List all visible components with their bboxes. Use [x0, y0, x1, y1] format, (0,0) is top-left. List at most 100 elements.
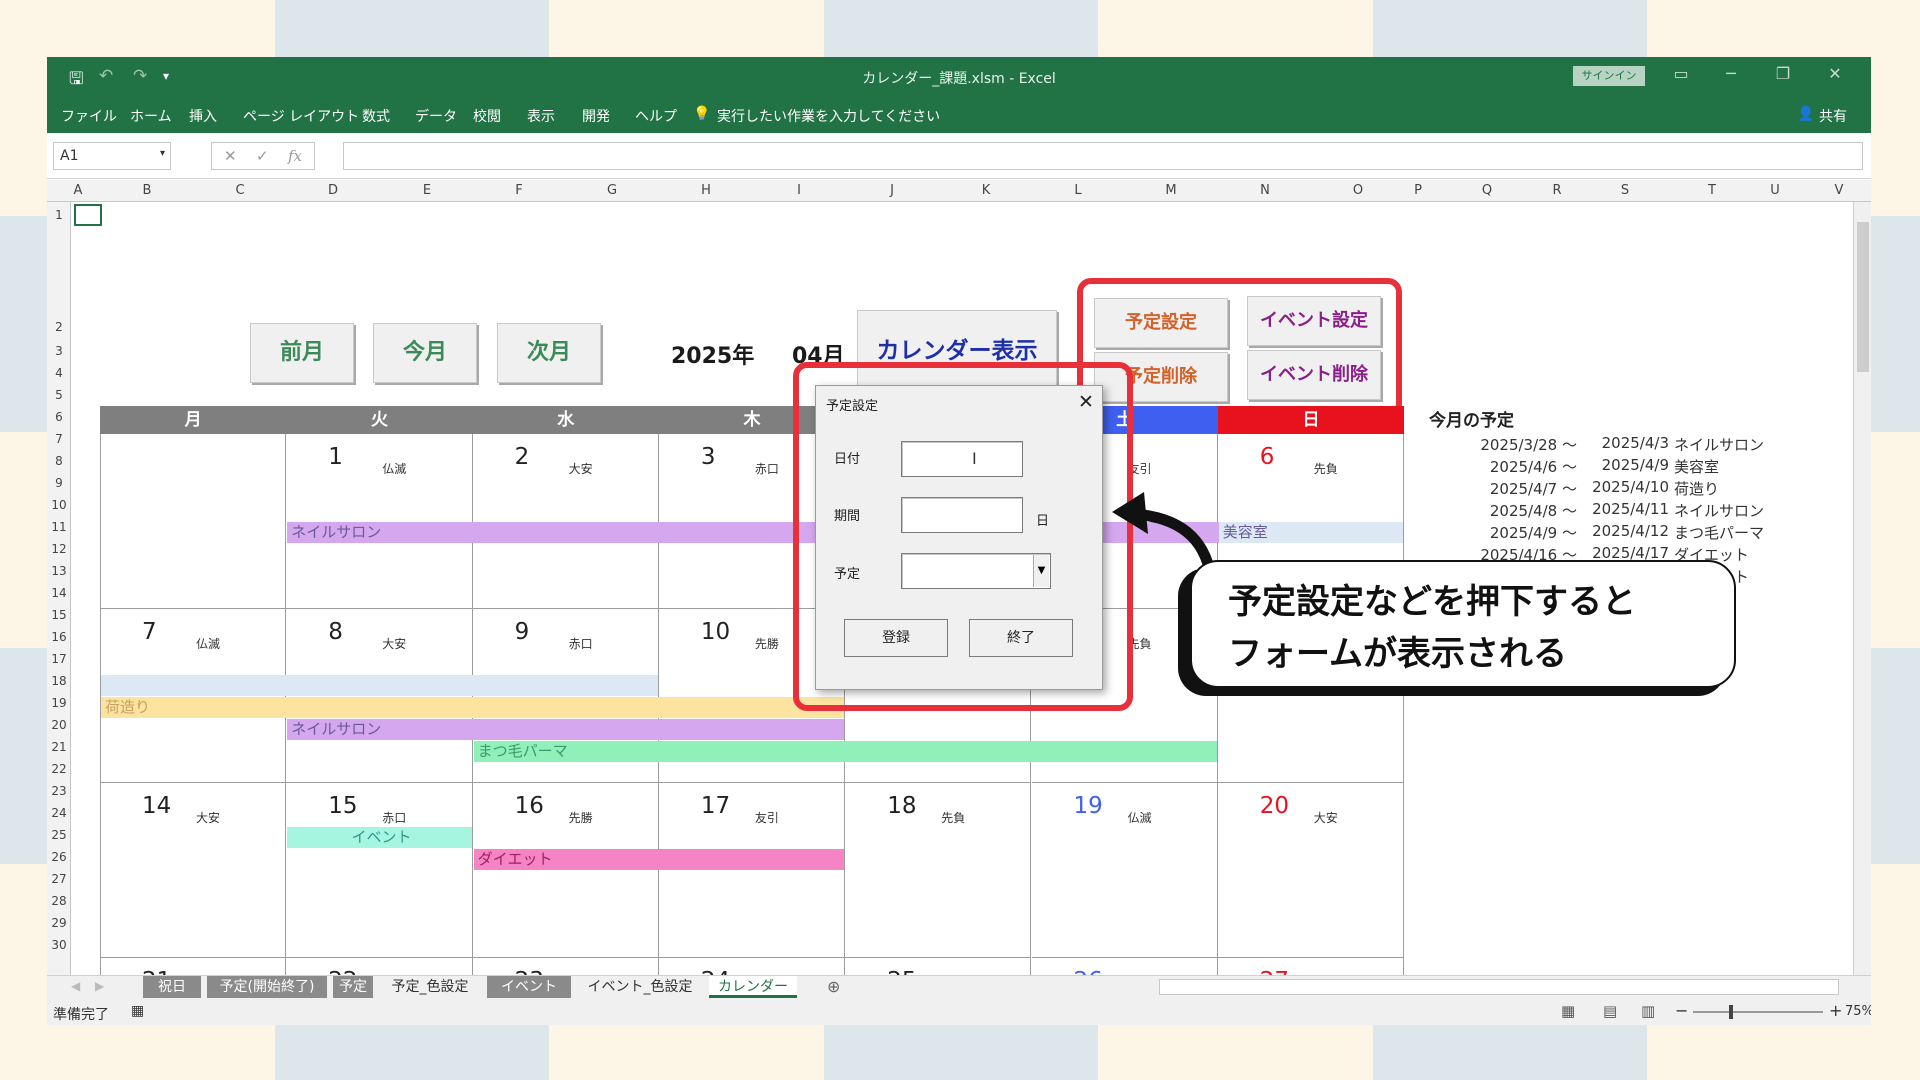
sheet-tab[interactable]: 予定(開始終了): [207, 976, 327, 998]
sheet-tab[interactable]: 祝日: [143, 976, 201, 998]
sheet-tab[interactable]: イベント: [487, 976, 571, 998]
add-sheet-icon[interactable]: ⊕: [827, 977, 840, 996]
tell-me-box[interactable]: 実行したい作業を入力してください: [717, 106, 940, 126]
tab-file[interactable]: ファイル: [61, 106, 117, 126]
column-header[interactable]: D: [323, 183, 343, 198]
tab-page-layout[interactable]: ページ レイアウト: [243, 106, 359, 126]
column-header[interactable]: S: [1615, 183, 1635, 198]
row-header[interactable]: 4: [47, 366, 71, 380]
column-header[interactable]: G: [602, 183, 622, 198]
row-header[interactable]: 3: [47, 344, 71, 358]
event-bar[interactable]: ダイエット: [473, 849, 845, 870]
chevron-down-icon[interactable]: ▾: [160, 148, 165, 159]
row-header[interactable]: 5: [47, 388, 71, 402]
sheet-tab[interactable]: イベント_色設定: [577, 976, 703, 998]
event-bar[interactable]: [101, 674, 658, 696]
event-bar[interactable]: ネイルサロン: [287, 718, 845, 740]
calendar-day-cell[interactable]: [1217, 783, 1405, 958]
row-header[interactable]: 17: [47, 652, 71, 666]
formula-input[interactable]: [343, 142, 1863, 170]
row-header[interactable]: 7: [47, 432, 71, 446]
calendar-day-cell[interactable]: [845, 783, 1032, 958]
tab-insert[interactable]: 挿入: [189, 106, 217, 126]
event-bar[interactable]: 荷造り: [101, 696, 845, 718]
horizontal-scrollbar[interactable]: [1159, 979, 1839, 995]
row-header[interactable]: 18: [47, 674, 71, 688]
sheet-tab[interactable]: 予定_色設定: [377, 976, 483, 998]
row-header[interactable]: 12: [47, 542, 71, 556]
page-layout-view-icon[interactable]: ▤: [1603, 1002, 1617, 1020]
enter-icon[interactable]: ✓: [256, 147, 269, 165]
column-header[interactable]: E: [417, 183, 437, 198]
event-bar[interactable]: イベント: [287, 827, 472, 848]
calendar-day-cell[interactable]: [100, 783, 287, 958]
cancel-icon[interactable]: ✕: [224, 147, 237, 165]
column-header[interactable]: L: [1068, 183, 1088, 198]
share-button[interactable]: 共有: [1819, 106, 1847, 126]
row-header[interactable]: 13: [47, 564, 71, 578]
tab-scroll-right-icon[interactable]: ▶: [95, 979, 104, 993]
row-header[interactable]: 25: [47, 828, 71, 842]
minimize-icon[interactable]: ─: [1711, 64, 1751, 83]
scrollbar-thumb[interactable]: [1857, 222, 1869, 372]
restore-icon[interactable]: ❐: [1763, 64, 1803, 83]
row-header[interactable]: 19: [47, 696, 71, 710]
ribbon-display-icon[interactable]: ▭: [1661, 64, 1701, 83]
column-header[interactable]: K: [976, 183, 996, 198]
tab-formulas[interactable]: 数式: [362, 106, 390, 126]
zoom-level[interactable]: 75%: [1845, 1004, 1871, 1019]
column-header[interactable]: U: [1765, 183, 1785, 198]
insert-function-icon[interactable]: fx: [288, 147, 302, 165]
row-header[interactable]: 22: [47, 762, 71, 776]
row-header[interactable]: 29: [47, 916, 71, 930]
calendar-day-cell[interactable]: [1031, 783, 1218, 958]
row-header[interactable]: 11: [47, 520, 71, 534]
zoom-out-icon[interactable]: −: [1675, 1001, 1688, 1020]
sheet-tab[interactable]: 予定: [333, 976, 373, 998]
row-header[interactable]: 20: [47, 718, 71, 732]
column-header[interactable]: C: [230, 183, 250, 198]
column-header[interactable]: V: [1829, 183, 1849, 198]
zoom-slider[interactable]: [1693, 1011, 1823, 1013]
row-header[interactable]: 8: [47, 454, 71, 468]
calendar-day-cell[interactable]: [658, 783, 846, 958]
calendar-day-cell[interactable]: [100, 434, 287, 609]
column-header[interactable]: Q: [1477, 183, 1497, 198]
row-header[interactable]: 10: [47, 498, 71, 512]
event-bar[interactable]: まつ毛パーマ: [473, 740, 1217, 762]
row-header[interactable]: 24: [47, 806, 71, 820]
tab-review[interactable]: 校閲: [473, 106, 501, 126]
row-header[interactable]: 28: [47, 894, 71, 908]
column-header[interactable]: N: [1255, 183, 1275, 198]
row-header[interactable]: 15: [47, 608, 71, 622]
column-header[interactable]: F: [509, 183, 529, 198]
active-cell[interactable]: [74, 204, 102, 226]
zoom-in-icon[interactable]: +: [1829, 1001, 1842, 1020]
column-header[interactable]: J: [882, 183, 902, 198]
tab-developer[interactable]: 開発: [582, 106, 610, 126]
column-header[interactable]: T: [1702, 183, 1722, 198]
column-header[interactable]: I: [789, 183, 809, 198]
row-header[interactable]: 16: [47, 630, 71, 644]
normal-view-icon[interactable]: ▦: [1561, 1002, 1575, 1020]
tab-scroll-left-icon[interactable]: ◀: [71, 979, 80, 993]
column-header[interactable]: A: [68, 183, 88, 198]
calendar-day-cell[interactable]: [472, 783, 659, 958]
column-header[interactable]: M: [1161, 183, 1181, 198]
tab-home[interactable]: ホーム: [130, 106, 172, 126]
row-header[interactable]: 30: [47, 938, 71, 952]
event-bar[interactable]: 美容室: [1218, 522, 1404, 543]
this-month-button[interactable]: 今月: [373, 323, 477, 383]
column-header[interactable]: O: [1348, 183, 1368, 198]
close-window-icon[interactable]: ✕: [1815, 64, 1855, 83]
tab-view[interactable]: 表示: [527, 106, 555, 126]
column-header[interactable]: B: [137, 183, 157, 198]
column-header[interactable]: P: [1408, 183, 1428, 198]
row-header[interactable]: 2: [47, 320, 71, 334]
prev-month-button[interactable]: 前月: [250, 323, 354, 383]
next-month-button[interactable]: 次月: [497, 323, 601, 383]
tab-data[interactable]: データ: [415, 106, 457, 126]
row-header[interactable]: 14: [47, 586, 71, 600]
row-header[interactable]: 27: [47, 872, 71, 886]
row-header[interactable]: 21: [47, 740, 71, 754]
